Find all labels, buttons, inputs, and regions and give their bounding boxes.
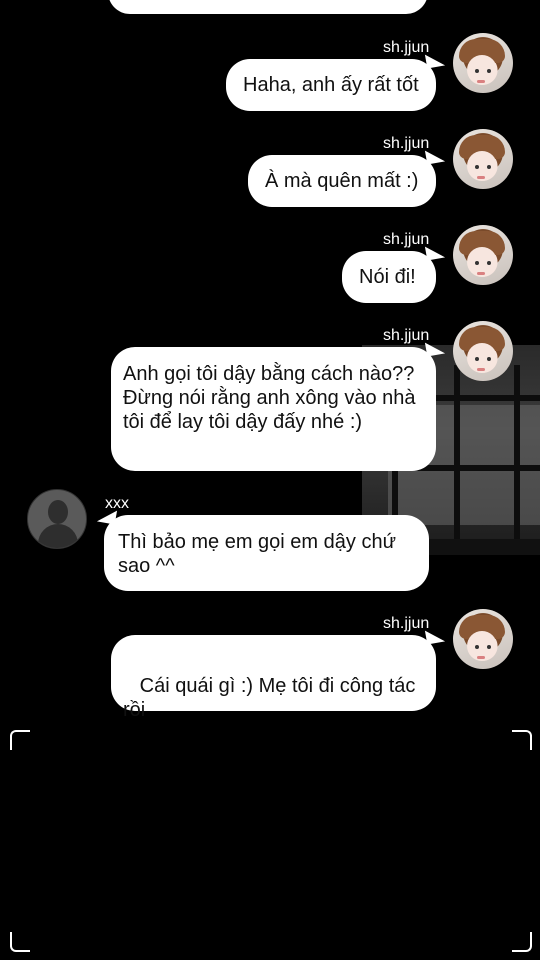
corner-bracket-icon bbox=[10, 730, 30, 750]
sender-name: sh.jjun bbox=[383, 135, 430, 152]
message-bubble-partial bbox=[108, 0, 428, 14]
sender-name: sh.jjun bbox=[383, 39, 430, 56]
user-avatar-icon[interactable] bbox=[453, 33, 513, 93]
user-avatar-icon[interactable] bbox=[453, 129, 513, 189]
sender-name: sh.jjun bbox=[383, 231, 430, 248]
message-bubble: Nói đi! bbox=[342, 251, 436, 303]
message-bubble: À mà quên mất :) bbox=[248, 155, 436, 207]
corner-bracket-icon bbox=[512, 932, 532, 952]
message-bubble: Thì bảo mẹ em gọi em dậy chứ sao ^^ bbox=[104, 515, 429, 591]
corner-bracket-icon bbox=[512, 730, 532, 750]
message-bubble: Cái quái gì :) Mẹ tôi đi công tác rồi bbox=[111, 635, 436, 721]
corner-bracket-icon bbox=[10, 932, 30, 952]
sender-name: sh.jjun bbox=[383, 615, 430, 632]
message-bubble: Haha, anh ấy rất tốt bbox=[226, 59, 436, 111]
contact-avatar-icon[interactable] bbox=[27, 489, 87, 549]
user-avatar-icon[interactable] bbox=[453, 321, 513, 381]
user-avatar-icon[interactable] bbox=[453, 609, 513, 669]
message-bubble: Anh gọi tôi dậy bằng cách nào?? Đừng nói… bbox=[111, 347, 436, 471]
sender-name: sh.jjun bbox=[383, 327, 430, 344]
user-avatar-icon[interactable] bbox=[453, 225, 513, 285]
